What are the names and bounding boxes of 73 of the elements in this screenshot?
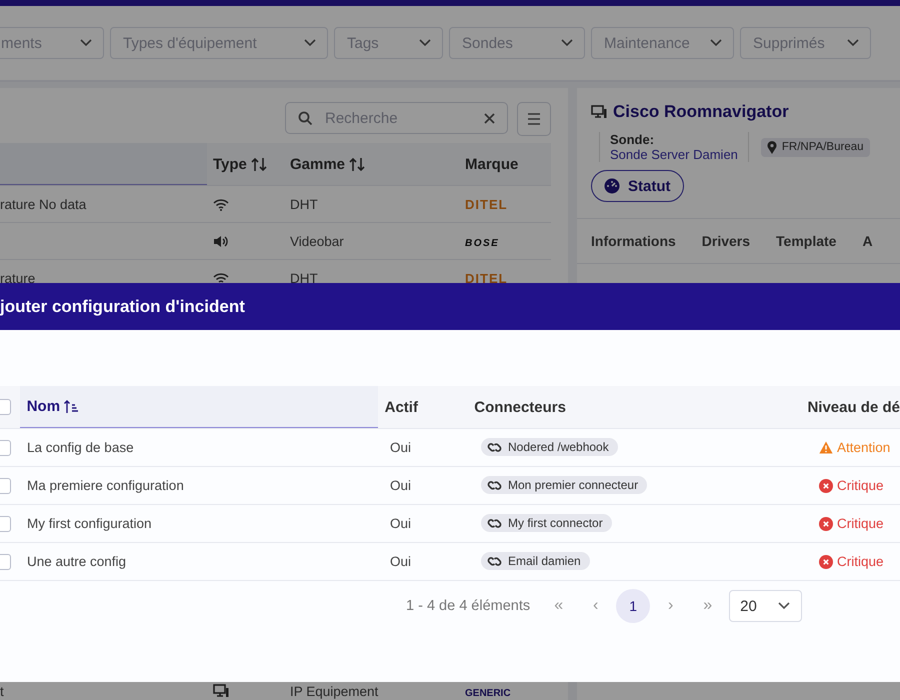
first-page-button[interactable]: « (540, 589, 578, 623)
wifi-icon (213, 198, 229, 210)
device-title: Cisco Roomnavigator (613, 102, 789, 122)
brand-logo: DITEL (465, 196, 508, 212)
gauge-icon (604, 178, 620, 194)
probe-label: Sonde: (610, 132, 656, 147)
table-cell: Oui (390, 516, 412, 531)
table-cell: Ma premiere configuration (27, 478, 184, 493)
error-icon (819, 516, 833, 530)
column-header[interactable]: Gamme (290, 156, 346, 172)
pagination-summary: 1 - 4 de 4 éléments (406, 598, 530, 614)
next-page-button[interactable]: › (652, 589, 690, 623)
column-header[interactable]: Actif (384, 398, 418, 416)
table-cell: My first configuration (27, 516, 152, 531)
tab[interactable]: Drivers (702, 233, 750, 249)
pin-icon (766, 140, 777, 154)
severity-label: Critique (837, 554, 884, 569)
table-cell: t (0, 684, 4, 698)
link-icon (487, 516, 502, 530)
probe-link[interactable]: Sonde Server Damien (610, 147, 738, 162)
table-cell: Oui (390, 440, 412, 455)
tab[interactable]: Informations (591, 233, 676, 249)
monitor-icon (591, 105, 607, 119)
monitor-icon (213, 684, 229, 698)
column-header[interactable]: Connecteurs (474, 398, 566, 416)
connector-name: Mon premier connecteur (508, 478, 638, 492)
brand-logo: BOSE (465, 238, 500, 248)
location-text: FR/NPA/Bureau (782, 141, 864, 153)
table-cell: DHT (290, 270, 318, 286)
connector-name: My first connector (508, 516, 603, 530)
menu-icon (527, 113, 541, 125)
link-icon (487, 554, 502, 568)
severity-label: Critique (837, 516, 884, 531)
speaker-icon (213, 234, 229, 248)
search-field[interactable]: Recherche (285, 102, 508, 134)
severity-label: Attention (837, 440, 890, 455)
column-header[interactable]: Type (213, 156, 247, 172)
column-header[interactable]: Nom (26, 398, 60, 415)
brand-logo: GENERIC (465, 688, 511, 698)
wifi-icon (213, 272, 229, 284)
warning-icon (819, 441, 833, 454)
error-icon (819, 478, 833, 492)
last-page-button[interactable]: » (689, 589, 726, 623)
previous-page-button[interactable]: ‹ (577, 589, 614, 623)
table-cell: DHT (290, 196, 318, 212)
page-button[interactable]: 1 (616, 589, 650, 623)
connector-name: Email damien (508, 554, 581, 568)
close-icon (484, 112, 495, 124)
link-icon (487, 478, 502, 492)
link-icon (487, 440, 502, 454)
column-header[interactable]: Niveau de dé (807, 398, 900, 416)
menu-button[interactable] (517, 102, 551, 136)
table-cell: IP Equipement (290, 684, 378, 698)
connector-name: Nodered /webhook (508, 440, 609, 454)
brand-logo: DITEL (465, 270, 508, 286)
sort-ascending-icon (64, 399, 80, 414)
search-icon (298, 110, 313, 126)
tab[interactable]: Template (776, 233, 836, 249)
table-cell: Oui (390, 554, 412, 569)
table-cell: Une autre config (27, 554, 126, 569)
dialog-title: jouter configuration d'incident (0, 283, 900, 330)
table-cell: rature (0, 270, 36, 286)
search-input[interactable]: Recherche (323, 108, 474, 128)
table-cell: Videobar (290, 234, 344, 248)
severity-label: Critique (837, 478, 884, 493)
column-header[interactable]: Marque (465, 156, 518, 172)
table-cell: La config de base (27, 440, 134, 455)
status-button[interactable]: Statut (591, 170, 684, 202)
tab[interactable]: A (862, 233, 873, 249)
error-icon (819, 554, 833, 568)
table-cell: rature No data (0, 196, 86, 212)
page-size-select[interactable]: 20 (729, 590, 802, 622)
table-cell: Oui (390, 478, 412, 493)
